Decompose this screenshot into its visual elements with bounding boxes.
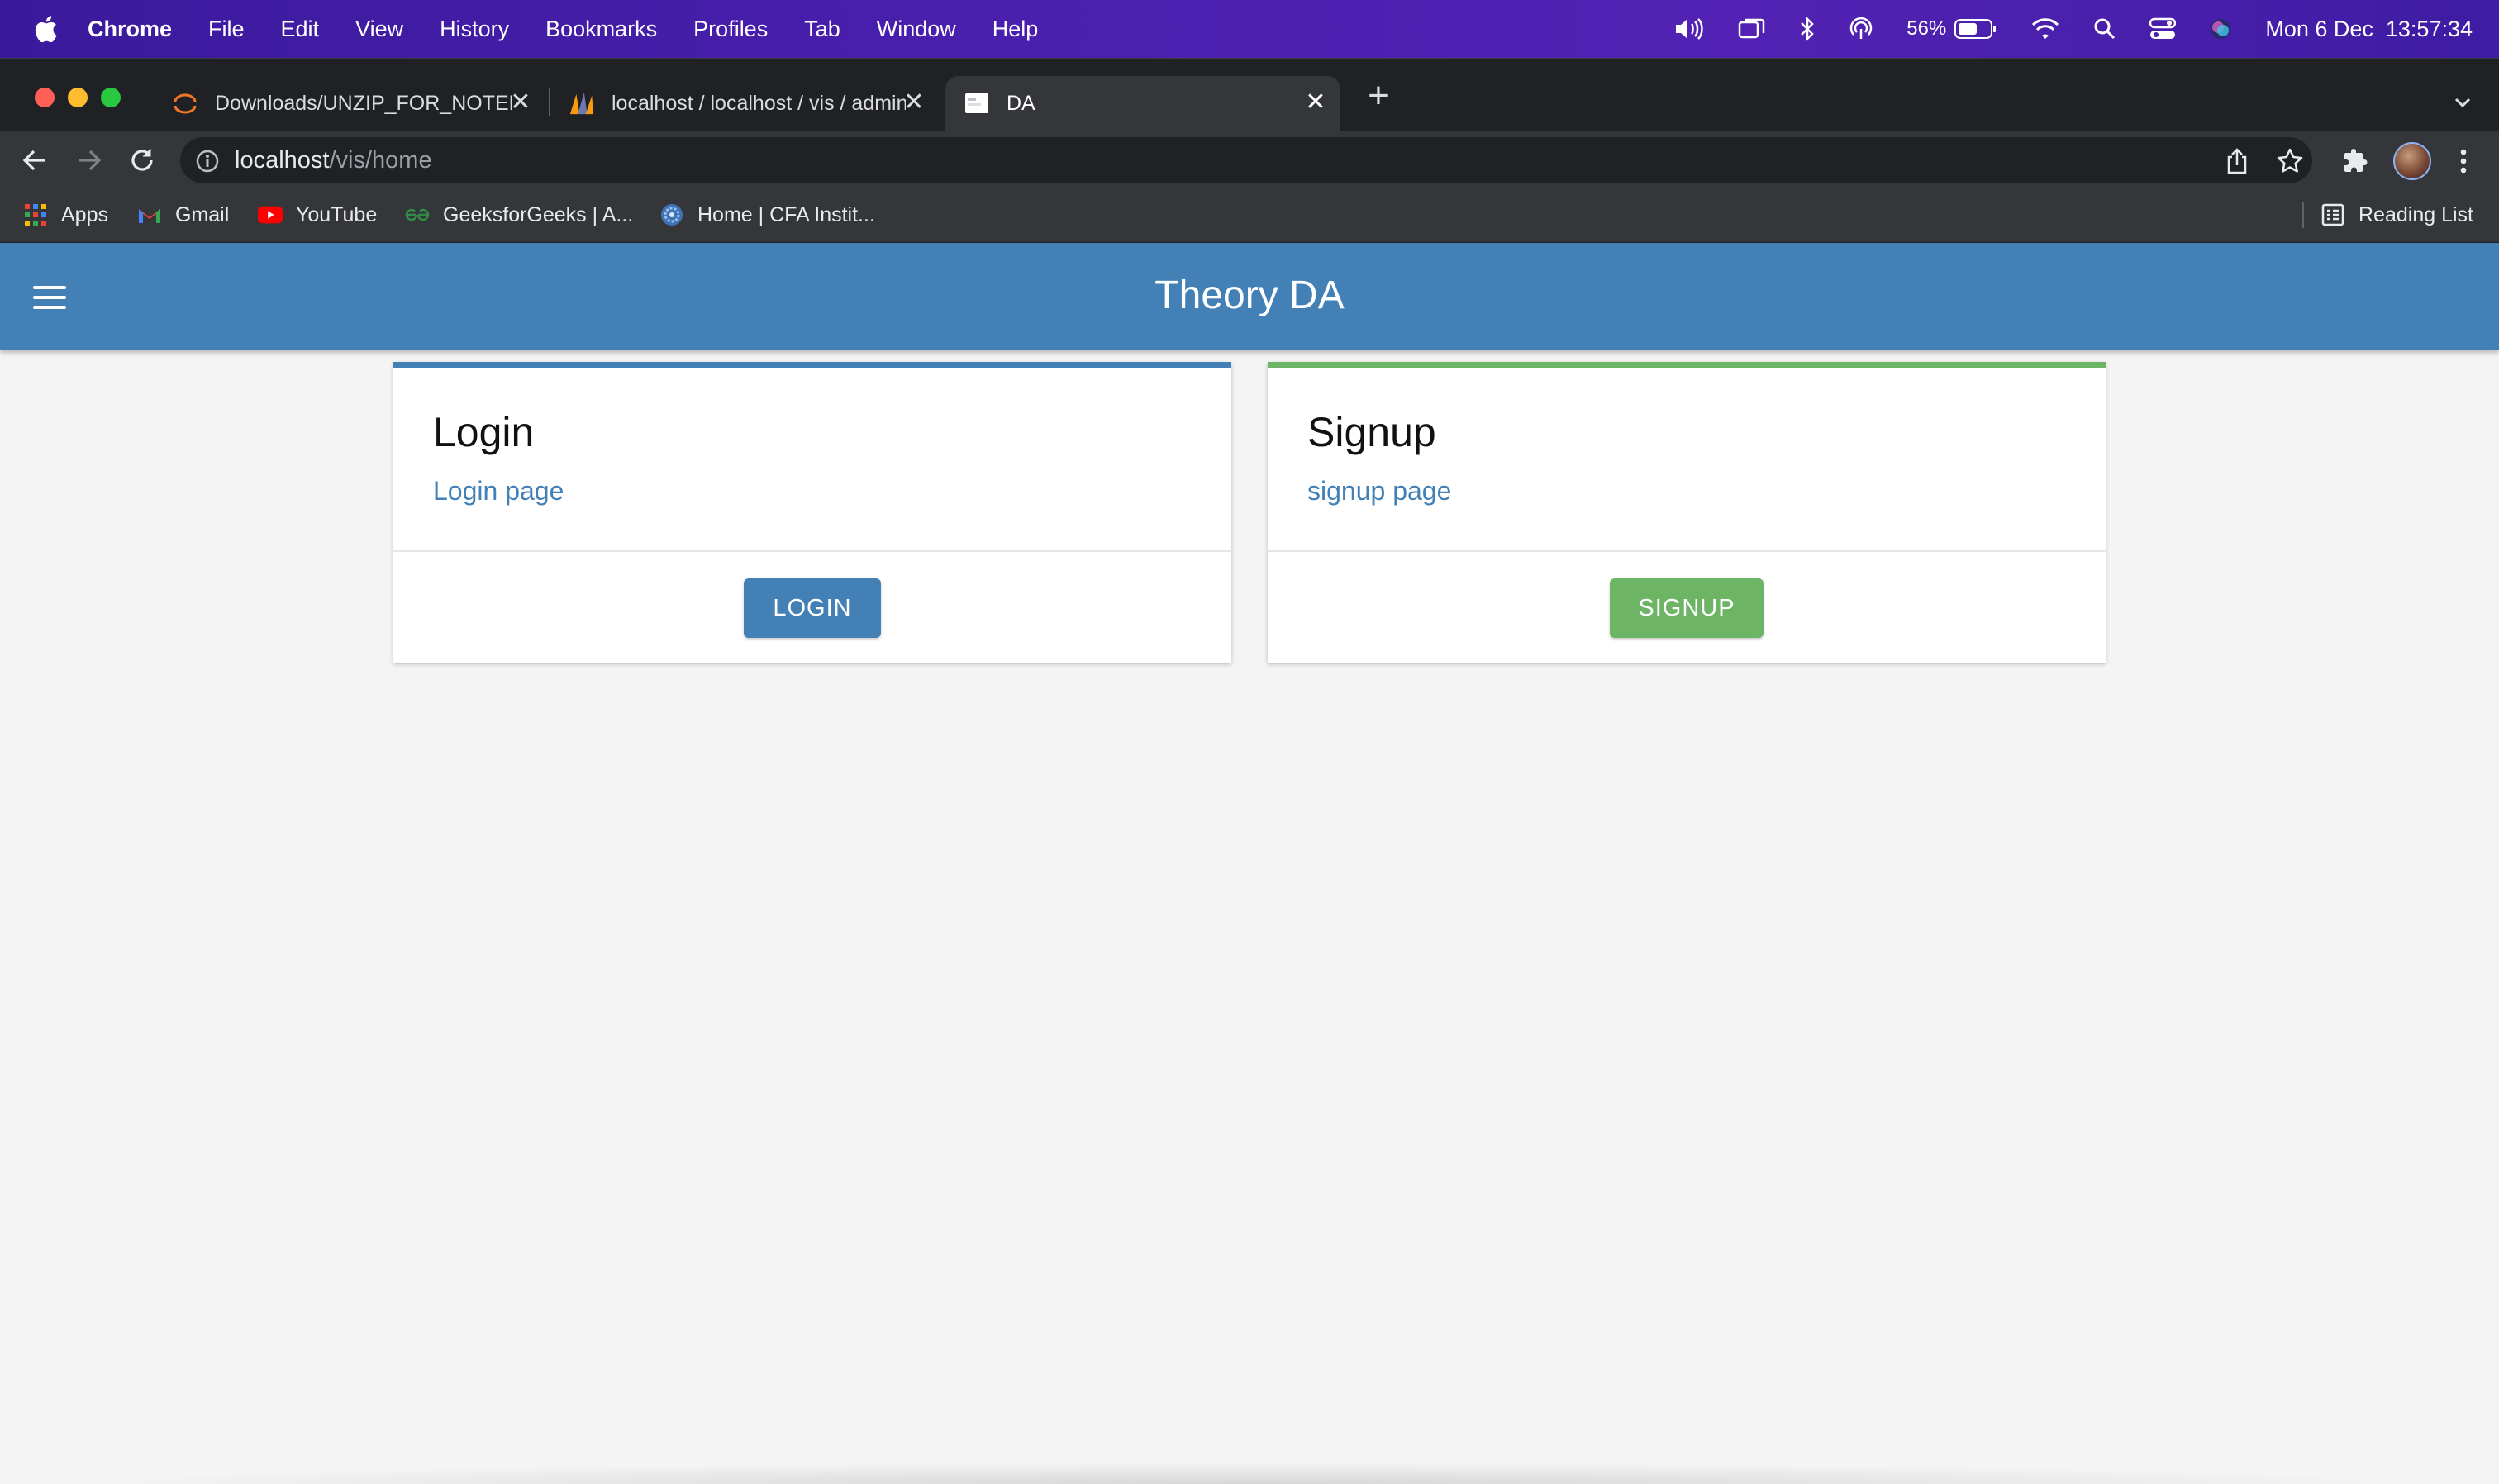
reading-list-button[interactable]: Reading List	[2320, 198, 2473, 231]
url-text[interactable]: localhost/vis/home	[235, 147, 432, 174]
menu-tab[interactable]: Tab	[804, 17, 840, 42]
bookmarks-separator	[2302, 202, 2304, 228]
card-accent-bar	[1268, 362, 2106, 368]
gmail-icon	[137, 202, 162, 227]
battery-label: 56%	[1906, 17, 1947, 40]
tab-title: DA	[1007, 91, 1035, 115]
macos-menu-bar: Chrome File Edit View History Bookmarks …	[0, 0, 2499, 58]
tab-separator	[549, 88, 550, 116]
jupyter-icon	[172, 90, 198, 117]
menu-app-name[interactable]: Chrome	[88, 17, 172, 42]
battery-icon[interactable]	[1954, 18, 1997, 40]
tab-da[interactable]: DA ✕	[945, 76, 1340, 131]
menu-help[interactable]: Help	[992, 17, 1039, 42]
window-zoom-button[interactable]	[101, 88, 121, 107]
menu-bookmarks[interactable]: Bookmarks	[545, 17, 657, 42]
card-divider	[1268, 550, 2106, 552]
tab-close-icon[interactable]: ✕	[507, 90, 534, 117]
bookmark-cfa[interactable]: Home | CFA Instit...	[659, 198, 875, 231]
bookmark-label: YouTube	[296, 202, 378, 226]
back-arrow-icon[interactable]	[18, 144, 51, 177]
address-bar[interactable]	[180, 137, 2312, 183]
bookmark-label: Gmail	[175, 202, 230, 226]
window-bottom-shadow	[66, 1463, 2433, 1484]
bookmark-label: Apps	[61, 202, 108, 226]
url-host: localhost	[235, 147, 330, 174]
card-accent-bar	[393, 362, 1231, 368]
airdrop-icon[interactable]	[1849, 17, 1873, 41]
signup-button[interactable]: SIGNUP	[1610, 578, 1764, 638]
login-page-link[interactable]: Login page	[433, 476, 564, 507]
reading-list-label: Reading List	[2359, 202, 2473, 226]
login-card: Login Login page LOGIN	[393, 362, 1231, 663]
card-divider	[393, 550, 1231, 552]
apple-icon[interactable]	[31, 14, 60, 44]
tab-title: Downloads/UNZIP_FOR_NOTEBOOKS	[215, 91, 512, 115]
bookmark-star-icon[interactable]	[2274, 145, 2306, 177]
menu-edit[interactable]: Edit	[281, 17, 320, 42]
menu-history[interactable]: History	[440, 17, 509, 42]
bookmark-apps[interactable]: Apps	[23, 198, 108, 231]
reload-icon[interactable]	[126, 144, 159, 177]
url-path: /vis/home	[329, 147, 432, 174]
app-title: Theory DA	[1154, 273, 1345, 317]
tab-close-icon[interactable]: ✕	[1302, 90, 1329, 117]
new-tab-button[interactable]: +	[1362, 78, 1395, 114]
gfg-icon	[405, 202, 430, 227]
siri-icon[interactable]	[2209, 17, 2232, 40]
chrome-menu-kebab-icon[interactable]	[2448, 145, 2479, 177]
share-icon[interactable]	[2221, 145, 2253, 177]
extensions-puzzle-icon[interactable]	[2340, 145, 2372, 177]
tab-close-icon[interactable]: ✕	[901, 90, 927, 117]
window-minimize-button[interactable]	[68, 88, 88, 107]
tab-phpmyadmin[interactable]: localhost / localhost / vis / admin ✕	[559, 76, 939, 131]
menu-profiles[interactable]: Profiles	[693, 17, 768, 42]
apps-grid-icon	[23, 202, 48, 227]
page-content	[0, 243, 2499, 1484]
bookmark-youtube[interactable]: YouTube	[258, 198, 377, 231]
tab-title: localhost / localhost / vis / admin	[612, 91, 906, 115]
card-title: Signup	[1307, 409, 1436, 455]
menu-file[interactable]: File	[208, 17, 245, 42]
reading-list-icon	[2320, 202, 2345, 227]
battery-percent: 56%	[1906, 17, 1997, 40]
bookmark-geeksforgeeks[interactable]: GeeksforGeeks | A...	[405, 198, 633, 231]
menu-window[interactable]: Window	[877, 17, 956, 42]
signup-card: Signup signup page SIGNUP	[1268, 362, 2106, 663]
profile-avatar[interactable]	[2393, 142, 2431, 180]
spotlight-search-icon[interactable]	[2093, 17, 2116, 40]
phpmyadmin-icon	[569, 90, 595, 117]
bluetooth-icon[interactable]	[1799, 17, 1816, 41]
bookmark-label: Home | CFA Instit...	[697, 202, 875, 226]
tab-search-chevron-down-icon[interactable]	[2449, 89, 2476, 116]
bookmark-label: GeeksforGeeks | A...	[443, 202, 634, 226]
forward-arrow-icon[interactable]	[73, 144, 106, 177]
cfa-icon	[659, 202, 684, 227]
menu-view[interactable]: View	[355, 17, 403, 42]
window-close-button[interactable]	[35, 88, 55, 107]
control-center-icon[interactable]	[2149, 17, 2177, 40]
youtube-icon	[258, 202, 283, 227]
login-button[interactable]: LOGIN	[744, 578, 881, 638]
clock[interactable]: Mon 6 Dec 13:57:34	[2265, 17, 2473, 42]
screen-mirroring-icon[interactable]	[1738, 17, 1766, 41]
signup-page-link[interactable]: signup page	[1307, 476, 1451, 507]
card-title: Login	[433, 409, 535, 455]
wifi-icon[interactable]	[2030, 17, 2060, 40]
page-icon	[964, 90, 990, 117]
bookmark-gmail[interactable]: Gmail	[137, 198, 229, 231]
volume-icon[interactable]	[1673, 17, 1705, 41]
site-info-icon[interactable]	[195, 149, 220, 174]
tab-jupyter[interactable]: Downloads/UNZIP_FOR_NOTEBOOKS ✕	[162, 76, 545, 131]
